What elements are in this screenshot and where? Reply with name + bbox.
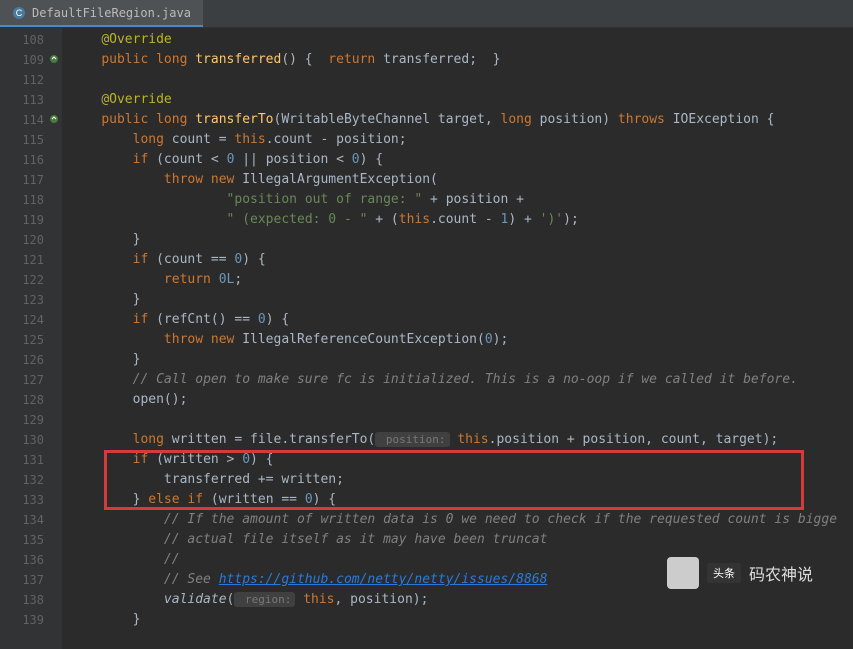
line-number: 139 (0, 610, 62, 630)
code-line: " (expected: 0 - " + (this.count - 1) + … (70, 210, 853, 230)
code-line: "position out of range: " + position + (70, 190, 853, 210)
code-line: } (70, 230, 853, 250)
line-number: 126 (0, 350, 62, 370)
code-line: // If the amount of written data is 0 we… (70, 510, 853, 530)
code-line: transferred += written; (70, 470, 853, 490)
param-hint: region: (234, 592, 295, 607)
code-line: throw new IllegalArgumentException( (70, 170, 853, 190)
code-line: throw new IllegalReferenceCountException… (70, 330, 853, 350)
tab-bar: C DefaultFileRegion.java (0, 0, 853, 28)
tab-filename: DefaultFileRegion.java (32, 6, 191, 20)
code-line (70, 70, 853, 90)
watermark-badge: 头条 (707, 563, 741, 583)
file-tab[interactable]: C DefaultFileRegion.java (0, 0, 203, 27)
code-line: if (written > 0) { (70, 450, 853, 470)
line-number: 128 (0, 390, 62, 410)
line-number: 108 (0, 30, 62, 50)
code-line: } (70, 350, 853, 370)
java-class-icon: C (12, 6, 26, 20)
line-number: 121 (0, 250, 62, 270)
line-number: 133 (0, 490, 62, 510)
line-number: 137 (0, 570, 62, 590)
code-line: } else if (written == 0) { (70, 490, 853, 510)
override-marker-icon[interactable] (48, 53, 60, 65)
line-number: 123 (0, 290, 62, 310)
watermark-avatar-icon (667, 557, 699, 589)
line-number: 132 (0, 470, 62, 490)
line-number: 138 (0, 590, 62, 610)
override-marker-icon[interactable] (48, 113, 60, 125)
line-number: 117 (0, 170, 62, 190)
line-number: 120 (0, 230, 62, 250)
code-line: return 0L; (70, 270, 853, 290)
line-number: 134 (0, 510, 62, 530)
code-line: long written = file.transferTo( position… (70, 430, 853, 450)
line-number: 118 (0, 190, 62, 210)
line-number: 125 (0, 330, 62, 350)
param-hint: position: (375, 432, 449, 447)
editor: 108 109 112 113 114 115 116 117 118 119 … (0, 28, 853, 649)
line-number: 109 (0, 50, 62, 70)
code-line: } (70, 290, 853, 310)
line-number: 130 (0, 430, 62, 450)
line-number: 131 (0, 450, 62, 470)
line-number: 127 (0, 370, 62, 390)
gutter: 108 109 112 113 114 115 116 117 118 119 … (0, 28, 62, 649)
line-number: 116 (0, 150, 62, 170)
code-line: @Override (70, 90, 853, 110)
code-line: if (refCnt() == 0) { (70, 310, 853, 330)
code-area[interactable]: @Override public long transferred() { re… (62, 28, 853, 649)
line-number: 136 (0, 550, 62, 570)
line-number: 113 (0, 90, 62, 110)
line-number: 112 (0, 70, 62, 90)
line-number: 129 (0, 410, 62, 430)
watermark: 头条 码农神说 (667, 557, 813, 589)
code-line: public long transferred() { return trans… (70, 50, 853, 70)
code-line: long count = this.count - position; (70, 130, 853, 150)
line-number: 122 (0, 270, 62, 290)
code-line: // actual file itself as it may have bee… (70, 530, 853, 550)
code-line (70, 410, 853, 430)
code-line: // Call open to make sure fc is initiali… (70, 370, 853, 390)
line-number: 124 (0, 310, 62, 330)
code-line: validate( region: this, position); (70, 590, 853, 610)
line-number: 119 (0, 210, 62, 230)
line-number: 114 (0, 110, 62, 130)
line-number: 135 (0, 530, 62, 550)
line-number: 115 (0, 130, 62, 150)
code-line: if (count == 0) { (70, 250, 853, 270)
code-line: public long transferTo(WritableByteChann… (70, 110, 853, 130)
code-line: @Override (70, 30, 853, 50)
svg-text:C: C (16, 8, 23, 18)
code-line: } (70, 610, 853, 630)
code-line: open(); (70, 390, 853, 410)
watermark-text: 码农神说 (749, 561, 813, 585)
code-line: if (count < 0 || position < 0) { (70, 150, 853, 170)
